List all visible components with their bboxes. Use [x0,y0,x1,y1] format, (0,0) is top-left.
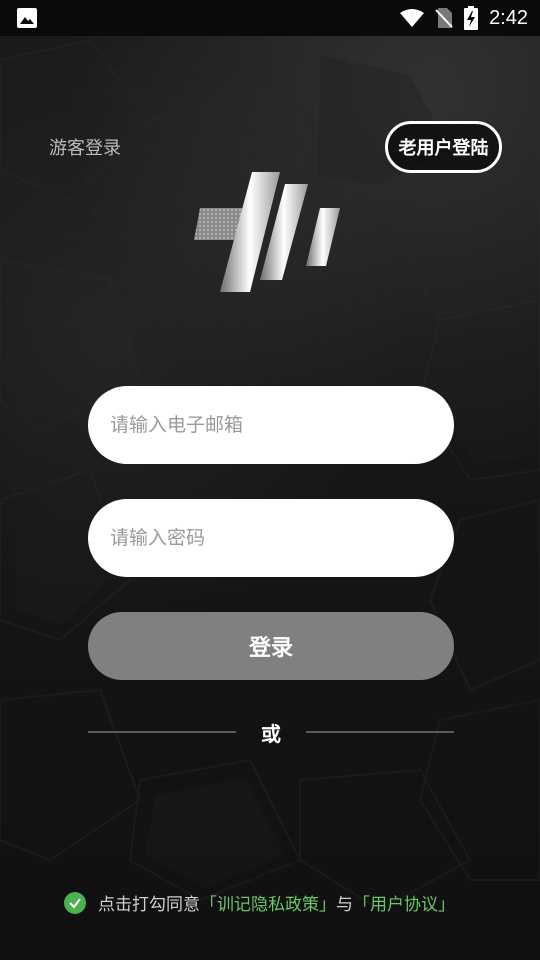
no-sim-icon [435,8,453,28]
agreement-row: 点击打勾同意 「训记隐私政策」 与 「用户协议」 [64,890,455,915]
password-field[interactable] [88,499,454,577]
user-agreement-link[interactable]: 「用户协议」 [353,890,455,915]
agree-checkbox[interactable] [64,891,86,914]
or-label: 或 [261,722,281,746]
email-input[interactable] [108,413,412,437]
old-user-login-button[interactable]: 老用户登陆 [385,121,502,173]
battery-charging-icon [464,6,479,30]
agreement-joiner: 与 [336,895,353,915]
divider-left [88,731,236,733]
image-icon [17,8,37,28]
check-icon [69,897,81,909]
status-bar: 2:42 [0,0,540,36]
login-button[interactable]: 登录 [88,612,454,680]
divider-right [306,731,454,733]
agreement-text: 点击打勾同意 [98,895,200,915]
email-field[interactable] [88,386,454,464]
privacy-policy-link[interactable]: 「训记隐私政策」 [200,890,336,915]
app-logo [194,172,340,292]
status-icons: 2:42 [399,0,528,36]
password-input[interactable] [108,526,412,550]
guest-login-link[interactable]: 游客登录 [49,134,121,160]
clock: 2:42 [489,6,528,29]
wifi-icon [400,9,425,27]
